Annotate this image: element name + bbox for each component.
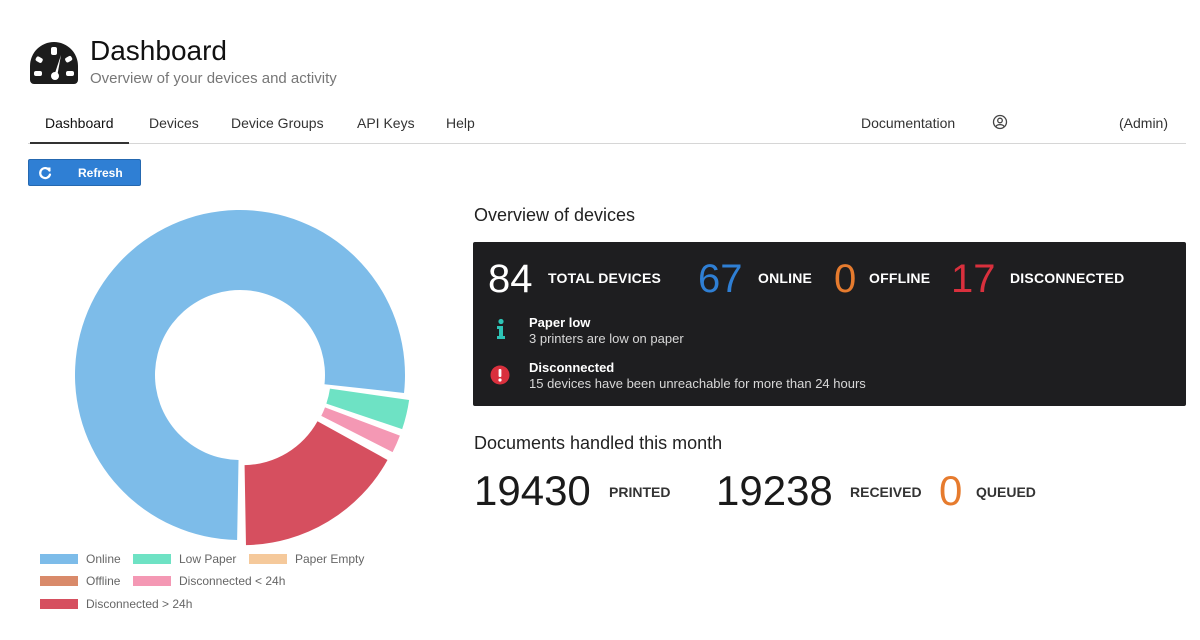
disconnected-label: DISCONNECTED [1010, 270, 1125, 286]
nav-devices[interactable]: Devices [149, 115, 199, 131]
alert-title: Disconnected [529, 360, 615, 375]
legend-label: Online [86, 552, 121, 566]
alert-title: Paper low [529, 315, 591, 330]
legend-swatch [249, 554, 287, 564]
legend-swatch [40, 576, 78, 586]
device-overview-panel: 84 TOTAL DEVICES 67 ONLINE 0 OFFLINE 17 … [473, 242, 1186, 406]
refresh-button[interactable]: Refresh [28, 159, 141, 186]
legend-swatch [133, 576, 171, 586]
printed-count: 19430 [474, 467, 591, 514]
admin-label[interactable]: (Admin) [1119, 115, 1168, 131]
offline-count: 0 [834, 257, 857, 301]
online-count: 67 [698, 257, 743, 301]
legend-item-disconnected-gt-24h[interactable]: Disconnected > 24h [40, 597, 192, 611]
nav-dashboard[interactable]: Dashboard [30, 115, 128, 144]
nav-documentation[interactable]: Documentation [861, 115, 955, 131]
alert-description: 15 devices have been unreachable for mor… [529, 376, 866, 391]
disconnected-count: 17 [951, 257, 996, 301]
legend-label: Disconnected < 24h [179, 574, 286, 588]
queued-label: QUEUED [976, 484, 1036, 500]
legend-swatch [40, 599, 78, 609]
legend-item-offline[interactable]: Offline [40, 574, 120, 588]
speedometer-icon [30, 42, 78, 84]
page-subtitle: Overview of your devices and activity [90, 70, 337, 87]
legend-item-online[interactable]: Online [40, 552, 121, 566]
legend-swatch [40, 554, 78, 564]
legend-label: Offline [86, 574, 121, 588]
alert-description: 3 printers are low on paper [529, 331, 684, 346]
total-devices-count: 84 [488, 257, 533, 301]
online-label: ONLINE [758, 270, 813, 286]
queued-count: 0 [939, 467, 963, 514]
received-label: RECEIVED [850, 484, 922, 500]
documents-title: Documents handled this month [474, 433, 723, 453]
legend-label: Paper Empty [295, 552, 365, 566]
exclamation-circle-icon [490, 365, 510, 385]
legend-label: Disconnected > 24h [86, 597, 193, 611]
legend-item-disconnected-lt-24h[interactable]: Disconnected < 24h [133, 574, 285, 588]
nav-api-keys[interactable]: API Keys [357, 115, 415, 131]
refresh-icon [39, 166, 52, 179]
page-header: Dashboard Overview of your devices and a… [28, 34, 337, 87]
nav-help[interactable]: Help [446, 115, 475, 131]
donut-slice-disconnected-24h[interactable] [244, 421, 388, 546]
legend-label: Low Paper [179, 552, 237, 566]
printed-label: PRINTED [609, 484, 671, 500]
overview-title: Overview of devices [474, 205, 636, 225]
user-circle-icon[interactable] [992, 114, 1008, 130]
legend-item-low-paper[interactable]: Low Paper [133, 552, 236, 566]
offline-label: OFFLINE [869, 270, 931, 286]
info-icon [497, 318, 505, 339]
page-title: Dashboard [90, 35, 227, 66]
device-status-donut-chart [74, 210, 410, 546]
refresh-label: Refresh [78, 165, 123, 180]
total-devices-label: TOTAL DEVICES [548, 270, 662, 286]
nav-device-groups[interactable]: Device Groups [231, 115, 324, 131]
main-nav: Dashboard Devices Device Groups API Keys… [28, 106, 1186, 144]
legend-item-paper-empty[interactable]: Paper Empty [249, 552, 364, 566]
received-count: 19238 [716, 467, 833, 514]
legend-swatch [133, 554, 171, 564]
